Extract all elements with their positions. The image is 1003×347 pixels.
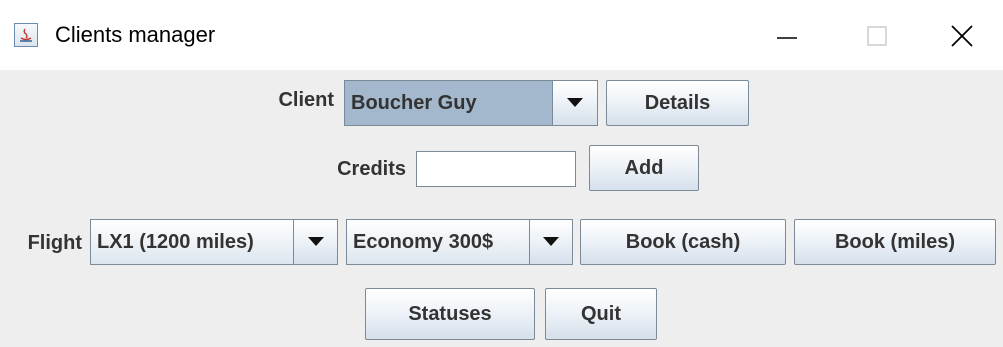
- flight-select-value: LX1 (1200 miles): [97, 230, 254, 253]
- chevron-down-icon: [307, 237, 324, 246]
- client-label: Client: [278, 89, 334, 111]
- client-select-value: Boucher Guy: [345, 81, 552, 125]
- details-button[interactable]: Details: [606, 80, 749, 126]
- fare-select-value: Economy 300$: [353, 230, 494, 253]
- statuses-button[interactable]: Statuses: [365, 288, 535, 340]
- credits-input[interactable]: [416, 151, 576, 187]
- close-icon: [951, 25, 973, 47]
- fare-select[interactable]: Economy 300$: [346, 219, 573, 265]
- java-app-icon: [14, 23, 38, 47]
- minimize-button[interactable]: [746, 0, 828, 70]
- close-button[interactable]: [921, 0, 1003, 70]
- quit-button[interactable]: Quit: [545, 288, 657, 340]
- maximize-icon: [867, 26, 887, 46]
- chevron-down-icon: [543, 237, 559, 246]
- clients-manager-window: Clients manager Client Boucher Guy Detai…: [0, 0, 1003, 347]
- flight-select[interactable]: LX1 (1200 miles): [90, 219, 338, 265]
- credits-label: Credits: [337, 158, 406, 180]
- client-select[interactable]: Boucher Guy: [344, 80, 598, 126]
- maximize-button[interactable]: [836, 0, 918, 70]
- book-cash-button[interactable]: Book (cash): [580, 219, 786, 265]
- minimize-icon: [777, 37, 797, 39]
- add-button[interactable]: Add: [589, 145, 699, 191]
- title-bar[interactable]: Clients manager: [0, 0, 1003, 70]
- client-select-arrow[interactable]: [552, 81, 597, 125]
- fare-select-arrow[interactable]: [529, 220, 572, 264]
- flight-select-arrow[interactable]: [293, 220, 337, 264]
- chevron-down-icon: [567, 98, 583, 107]
- book-miles-button[interactable]: Book (miles): [794, 219, 996, 265]
- flight-label: Flight: [27, 232, 82, 254]
- window-title: Clients manager: [55, 22, 216, 47]
